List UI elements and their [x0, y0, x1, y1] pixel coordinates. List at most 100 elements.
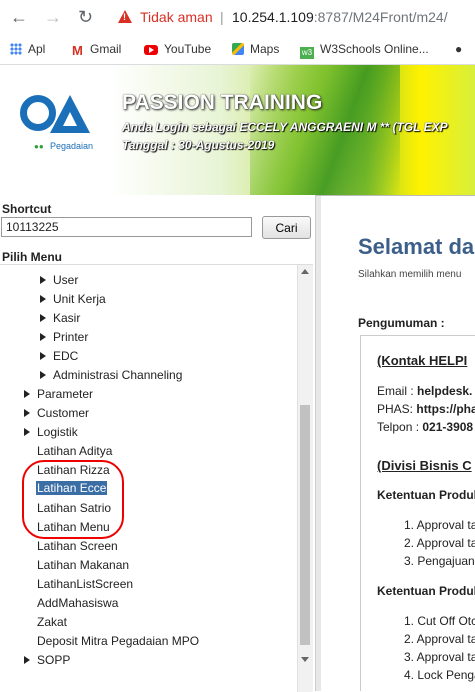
url-host: 10.254.1.109	[232, 9, 314, 25]
menu-item-latihanlistscreen[interactable]: LatihanListScreen	[37, 577, 133, 591]
url-field[interactable]: 10.254.1.109:8787/M24Front/m24/	[232, 9, 448, 25]
bookmark-label: Gmail	[90, 42, 122, 56]
main-content: Selamat da Silahkan memilih menu Pengumu…	[316, 196, 475, 691]
phone-label: Telpon :	[377, 420, 420, 434]
menu-item-printer[interactable]: Printer	[40, 330, 88, 344]
logo-text: Pegadaian	[50, 141, 94, 151]
expand-arrow-icon[interactable]	[40, 295, 46, 303]
browser-toolbar: ← → ↻ ! Tidak aman | 10.254.1.109:8787/M…	[0, 0, 475, 37]
highlight-annotation	[22, 460, 124, 539]
menu-item-label: EDC	[53, 349, 79, 363]
menu-item-unit-kerja[interactable]: Unit Kerja	[40, 292, 106, 306]
phas-label: PHAS:	[377, 402, 414, 416]
announcement-label: Pengumuman :	[358, 316, 445, 330]
banner-title: PASSION TRAINING	[122, 91, 323, 114]
menu-item-administrasi-channeling[interactable]: Administrasi Channeling	[40, 368, 182, 382]
menu-item-latihan-screen[interactable]: Latihan Screen	[37, 539, 118, 553]
logo-a-inner	[63, 112, 77, 126]
menu-item-logistik[interactable]: Logistik	[24, 425, 78, 439]
expand-arrow-icon[interactable]	[24, 390, 30, 398]
menu-item-latihan-makanan[interactable]: Latihan Makanan	[37, 558, 129, 572]
scroll-up-icon[interactable]	[301, 269, 309, 274]
reload-icon[interactable]: ↻	[78, 7, 93, 28]
qa-logo: ●● Pegadaian	[20, 95, 100, 165]
menu-item-label: Parameter	[37, 387, 94, 401]
security-label[interactable]: Tidak aman	[140, 9, 213, 25]
bookmark-apps[interactable]: Apl	[10, 42, 45, 56]
phone-line: Telpon : 021-3908	[377, 420, 473, 434]
date-info: Tanggal : 30-Agustus-2019	[122, 138, 275, 152]
menu-tree: User Unit Kerja Kasir Printer EDC Admini…	[0, 264, 313, 692]
phone-value: 021-3908	[422, 420, 474, 434]
menu-item-latihan-aditya[interactable]: Latihan Aditya	[37, 444, 112, 458]
expand-arrow-icon[interactable]	[40, 314, 46, 322]
scroll-thumb[interactable]	[300, 405, 310, 645]
welcome-subtitle: Silahkan memilih menu	[358, 269, 462, 280]
gmail-icon: M	[72, 43, 83, 58]
menu-item-deposit-mitra[interactable]: Deposit Mitra Pegadaian MPO	[37, 634, 199, 648]
menu-item-edc[interactable]: EDC	[40, 349, 78, 363]
header-banner: ●● Pegadaian PASSION TRAINING Anda Login…	[0, 65, 475, 195]
provision-item: 2. Approval ta	[404, 536, 475, 550]
bookmark-maps[interactable]: Maps	[232, 42, 279, 56]
url-separator: |	[220, 9, 224, 25]
login-info: Anda Login sebagai ECCELY ANGGRAENI M **…	[122, 120, 448, 134]
menu-item-user[interactable]: User	[40, 273, 78, 287]
menu-item-customer[interactable]: Customer	[24, 406, 89, 420]
menu-item-kasir[interactable]: Kasir	[40, 311, 80, 325]
shortcut-input[interactable]: 10113225	[1, 217, 252, 237]
menu-scrollbar[interactable]	[297, 265, 313, 692]
bookmark-w3schools[interactable]: w3 W3Schools Online...	[300, 42, 429, 59]
back-icon[interactable]: ←	[10, 7, 28, 28]
expand-arrow-icon[interactable]	[40, 333, 46, 341]
bookmark-label: Maps	[250, 42, 280, 56]
menu-item-label: SOPP	[37, 653, 71, 667]
menu-item-label: Customer	[37, 406, 90, 420]
email-value: helpdesk.	[417, 384, 473, 398]
expand-arrow-icon[interactable]	[24, 656, 30, 664]
scroll-down-icon[interactable]	[301, 657, 309, 662]
expand-arrow-icon[interactable]	[40, 352, 46, 360]
expand-arrow-icon[interactable]	[40, 371, 46, 379]
search-button[interactable]: Cari	[262, 216, 311, 239]
expand-arrow-icon[interactable]	[24, 409, 30, 417]
menu-item-label: Logistik	[37, 425, 78, 439]
url-path: :8787/M24Front/m24/	[313, 9, 448, 25]
provision-item: 1. Cut Off Otc	[404, 614, 475, 628]
menu-label: Pilih Menu	[2, 250, 62, 264]
menu-item-label: Printer	[53, 330, 89, 344]
warning-icon[interactable]: !	[118, 10, 132, 23]
menu-item-addmahasiswa[interactable]: AddMahasiswa	[37, 596, 118, 610]
bookmarks-bar: Apl M Gmail YouTube Maps w3 W3Schools Onli…	[0, 36, 475, 65]
apps-icon	[10, 43, 22, 55]
menu-item-zakat[interactable]: Zakat	[37, 615, 67, 629]
provision-title: Ketentuan Produl	[377, 488, 475, 502]
menu-item-label: User	[53, 273, 79, 287]
provision-item: 2. Approval ta	[404, 632, 475, 646]
menu-item-sopp[interactable]: SOPP	[24, 653, 70, 667]
email-label: Email :	[377, 384, 414, 398]
expand-arrow-icon[interactable]	[24, 428, 30, 436]
bookmark-youtube[interactable]: YouTube	[144, 42, 211, 56]
content-splitter[interactable]	[316, 196, 321, 691]
division-heading: (Divisi Bisnis C	[377, 458, 472, 473]
provision-title: Ketentuan Produl	[377, 584, 475, 598]
bookmark-gmail[interactable]: M Gmail	[72, 42, 122, 58]
pegadaian-dots-icon: ●●	[34, 142, 44, 151]
phas-value[interactable]: https://pha	[416, 402, 475, 416]
provision-item: 1. Approval ta	[404, 518, 475, 532]
menu-item-label: Administrasi Channeling	[53, 368, 183, 382]
menu-item-label: Kasir	[53, 311, 81, 325]
bookmark-label: W3Schools Online...	[320, 42, 429, 56]
bookmark-label: YouTube	[164, 42, 212, 56]
forward-icon[interactable]: →	[44, 7, 62, 28]
contact-heading: (Kontak HELPI	[377, 353, 468, 368]
more-bookmarks-icon[interactable]: ●	[455, 42, 462, 56]
menu-item-parameter[interactable]: Parameter	[24, 387, 93, 401]
bookmark-label: Apl	[28, 42, 46, 56]
provision-item: 3. Approval ta	[404, 650, 475, 664]
expand-arrow-icon[interactable]	[40, 276, 46, 284]
w3schools-icon: w3	[300, 47, 314, 59]
provision-item: 4. Lock Penga	[404, 668, 475, 682]
welcome-title: Selamat da	[358, 234, 475, 259]
